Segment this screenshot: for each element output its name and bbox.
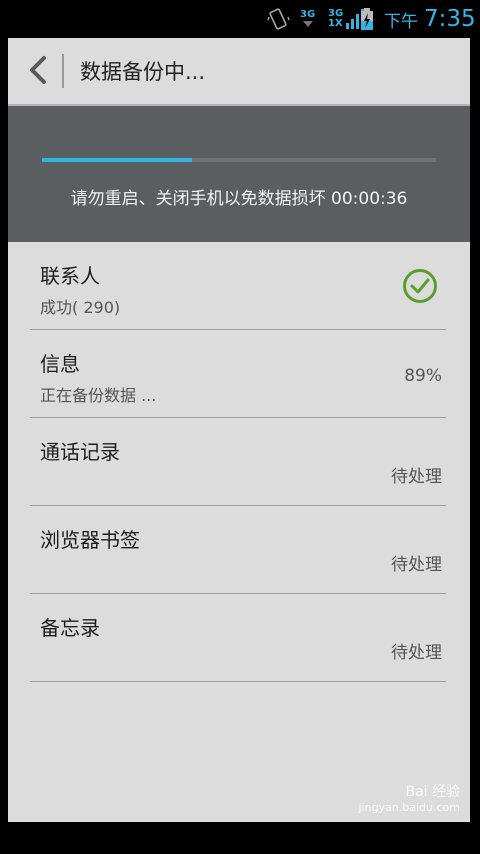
chevron-left-icon [30, 56, 46, 84]
backup-item-list: 联系人 成功( 290) 信息 正在备份数据 ... 89% 通话记录 待处理 … [8, 242, 470, 682]
backup-screen: 数据备份中... 请勿重启、关闭手机以免数据损坏 00:00:36 联系人 成功… [8, 38, 470, 822]
list-item-contacts[interactable]: 联系人 成功( 290) [30, 242, 446, 330]
item-status: 待处理 [391, 555, 442, 575]
list-item-memo[interactable]: 备忘录 待处理 [30, 594, 446, 682]
back-button[interactable] [20, 52, 56, 88]
network-b-sub-label: 1X [328, 18, 343, 29]
data-arrow-icon [302, 21, 313, 27]
item-status: 待处理 [391, 467, 442, 487]
watermark: Bai 经验 jingyan.baidu.com [358, 781, 460, 814]
network-a-label: 3G [300, 9, 316, 20]
page-title: 数据备份中... [80, 60, 206, 84]
item-title: 备忘录 [40, 616, 100, 640]
item-title: 联系人 [40, 264, 100, 288]
progress-panel: 请勿重启、关闭手机以免数据损坏 00:00:36 [8, 106, 470, 242]
list-item-messages[interactable]: 信息 正在备份数据 ... 89% [30, 330, 446, 418]
vibrate-icon [266, 0, 290, 38]
status-bar: 3G 3G 1X 下午 7:35 [0, 0, 480, 38]
battery-charging-icon [360, 0, 374, 38]
item-progress-percent: 89% [404, 366, 442, 386]
item-status: 待处理 [391, 643, 442, 663]
progress-bar [42, 158, 436, 162]
clock-ampm: 下午 [384, 11, 418, 32]
clock-time: 7:35 [424, 6, 476, 32]
item-title: 浏览器书签 [40, 528, 140, 552]
action-bar-divider [62, 54, 64, 88]
watermark-url: jingyan.baidu.com [358, 801, 460, 814]
network-3g-indicator: 3G [300, 0, 315, 38]
list-item-bookmarks[interactable]: 浏览器书签 待处理 [30, 506, 446, 594]
check-circle-icon [403, 269, 437, 303]
list-item-call-log[interactable]: 通话记录 待处理 [30, 418, 446, 506]
item-title: 信息 [40, 352, 80, 376]
action-bar: 数据备份中... [8, 38, 470, 106]
item-subtitle: 正在备份数据 ... [40, 386, 157, 405]
item-subtitle: 成功( 290) [40, 298, 121, 317]
item-title: 通话记录 [40, 440, 120, 464]
watermark-logo: Bai 经验 [405, 784, 460, 800]
progress-fill [42, 158, 192, 162]
progress-message: 请勿重启、关闭手机以免数据损坏 00:00:36 [70, 189, 408, 209]
